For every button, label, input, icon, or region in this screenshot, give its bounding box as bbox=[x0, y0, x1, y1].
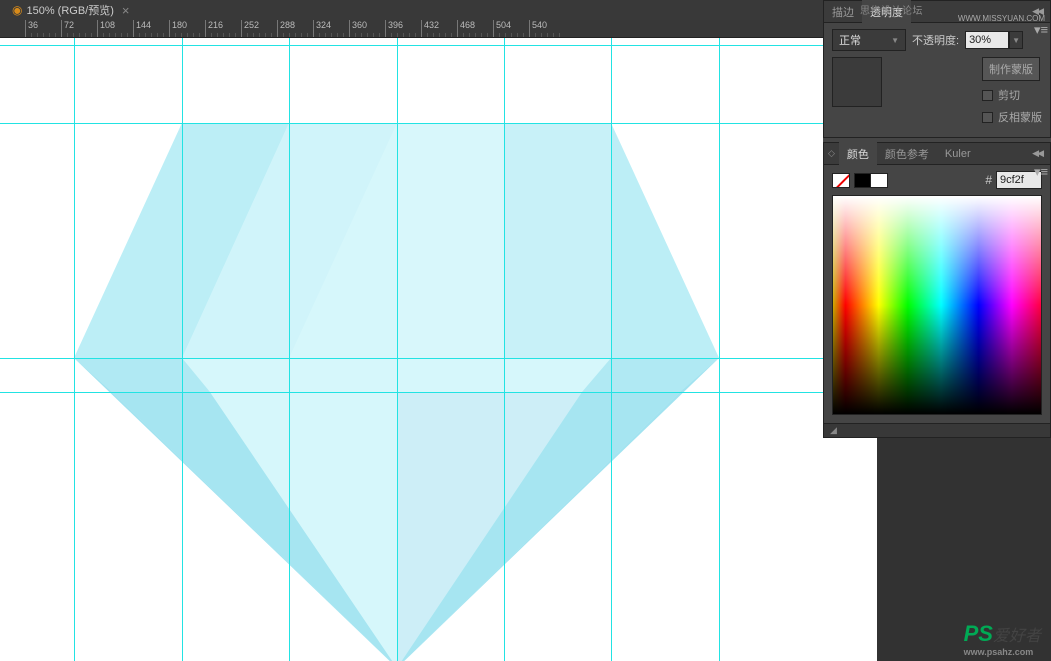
blend-mode-value: 正常 bbox=[839, 32, 861, 48]
color-tab-strip: ◇ 颜色 颜色参考 Kuler ◀◀ bbox=[824, 143, 1050, 165]
color-spectrum[interactable] bbox=[832, 195, 1042, 415]
ruler-tick: 324 bbox=[313, 20, 331, 38]
close-icon[interactable]: × bbox=[122, 3, 130, 18]
watermark-ps: PS bbox=[964, 621, 993, 646]
tab-stroke[interactable]: 描边 bbox=[824, 0, 862, 24]
ruler-tick: 468 bbox=[457, 20, 475, 38]
clip-checkbox-row[interactable]: 剪切 bbox=[982, 87, 1042, 103]
ruler-tick: 504 bbox=[493, 20, 511, 38]
diamond-shape bbox=[0, 38, 900, 661]
watermark-bottom: PS爱好者 www.psahz.com bbox=[964, 621, 1041, 657]
opacity-input[interactable] bbox=[965, 31, 1009, 49]
watermark-text: 思缘设计论坛 bbox=[860, 2, 923, 17]
color-panel: ◇ 颜色 颜色参考 Kuler ◀◀ ▾≡ # ◢ bbox=[823, 142, 1051, 438]
tab-color-guide[interactable]: 颜色参考 bbox=[877, 142, 937, 166]
watermark-url-top: WWW.MISSYUAN.COM bbox=[958, 14, 1045, 23]
clip-label: 剪切 bbox=[998, 87, 1020, 103]
opacity-label: 不透明度: bbox=[912, 32, 959, 48]
guide-vertical[interactable] bbox=[397, 38, 398, 661]
opacity-stepper[interactable]: ▼ bbox=[1009, 31, 1023, 49]
fill-swatch-none[interactable] bbox=[832, 173, 850, 188]
link-icon[interactable]: ◇ bbox=[824, 148, 839, 159]
panel-column: 描边 透明度 ◀◀ ▾≡ 正常 ▼ 不透明度: ▼ 制作蒙版 bbox=[823, 0, 1051, 438]
guide-vertical[interactable] bbox=[74, 38, 75, 661]
ruler-tick: 396 bbox=[385, 20, 403, 38]
panel-menu-icon[interactable]: ▾≡ bbox=[1034, 25, 1048, 39]
guide-vertical[interactable] bbox=[504, 38, 505, 661]
invert-checkbox-row[interactable]: 反相蒙版 bbox=[982, 109, 1042, 125]
ruler-tick: 252 bbox=[241, 20, 259, 38]
panel-menu-icon[interactable]: ▾≡ bbox=[1034, 167, 1048, 181]
ruler-tick: 144 bbox=[133, 20, 151, 38]
collapse-icon[interactable]: ◀◀ bbox=[1032, 148, 1042, 159]
watermark-url-bottom: www.psahz.com bbox=[964, 647, 1041, 657]
clip-checkbox[interactable] bbox=[982, 90, 993, 101]
guide-vertical[interactable] bbox=[719, 38, 720, 661]
ruler-tick: 432 bbox=[421, 20, 439, 38]
blend-mode-dropdown[interactable]: 正常 ▼ bbox=[832, 29, 906, 51]
document-tab-title: 150% (RGB/预览) bbox=[26, 2, 113, 18]
ruler-tick: 180 bbox=[169, 20, 187, 38]
watermark-cn: 爱好者 bbox=[993, 628, 1041, 645]
document-tab[interactable]: ◉ 150% (RGB/预览) × bbox=[4, 0, 138, 20]
make-mask-button[interactable]: 制作蒙版 bbox=[982, 57, 1040, 81]
ruler-tick: 540 bbox=[529, 20, 547, 38]
hex-hash-label: # bbox=[985, 173, 992, 187]
guide-vertical[interactable] bbox=[182, 38, 183, 661]
app-icon: ◉ bbox=[12, 3, 22, 17]
guide-vertical[interactable] bbox=[289, 38, 290, 661]
ruler-tick: 288 bbox=[277, 20, 295, 38]
opacity-thumbnail[interactable] bbox=[832, 57, 882, 107]
invert-checkbox[interactable] bbox=[982, 112, 993, 123]
tab-color[interactable]: 颜色 bbox=[839, 142, 877, 166]
tab-kuler[interactable]: Kuler bbox=[937, 144, 979, 164]
fill-swatch-white[interactable] bbox=[870, 173, 888, 188]
ruler-tick: 108 bbox=[97, 20, 115, 38]
ruler-tick: 216 bbox=[205, 20, 223, 38]
color-panel-footer: ◢ bbox=[824, 423, 1050, 437]
chevron-down-icon: ▼ bbox=[891, 36, 899, 45]
footer-handle-icon[interactable]: ◢ bbox=[830, 425, 837, 436]
ruler-tick: 360 bbox=[349, 20, 367, 38]
invert-label: 反相蒙版 bbox=[998, 109, 1042, 125]
guide-vertical[interactable] bbox=[611, 38, 612, 661]
